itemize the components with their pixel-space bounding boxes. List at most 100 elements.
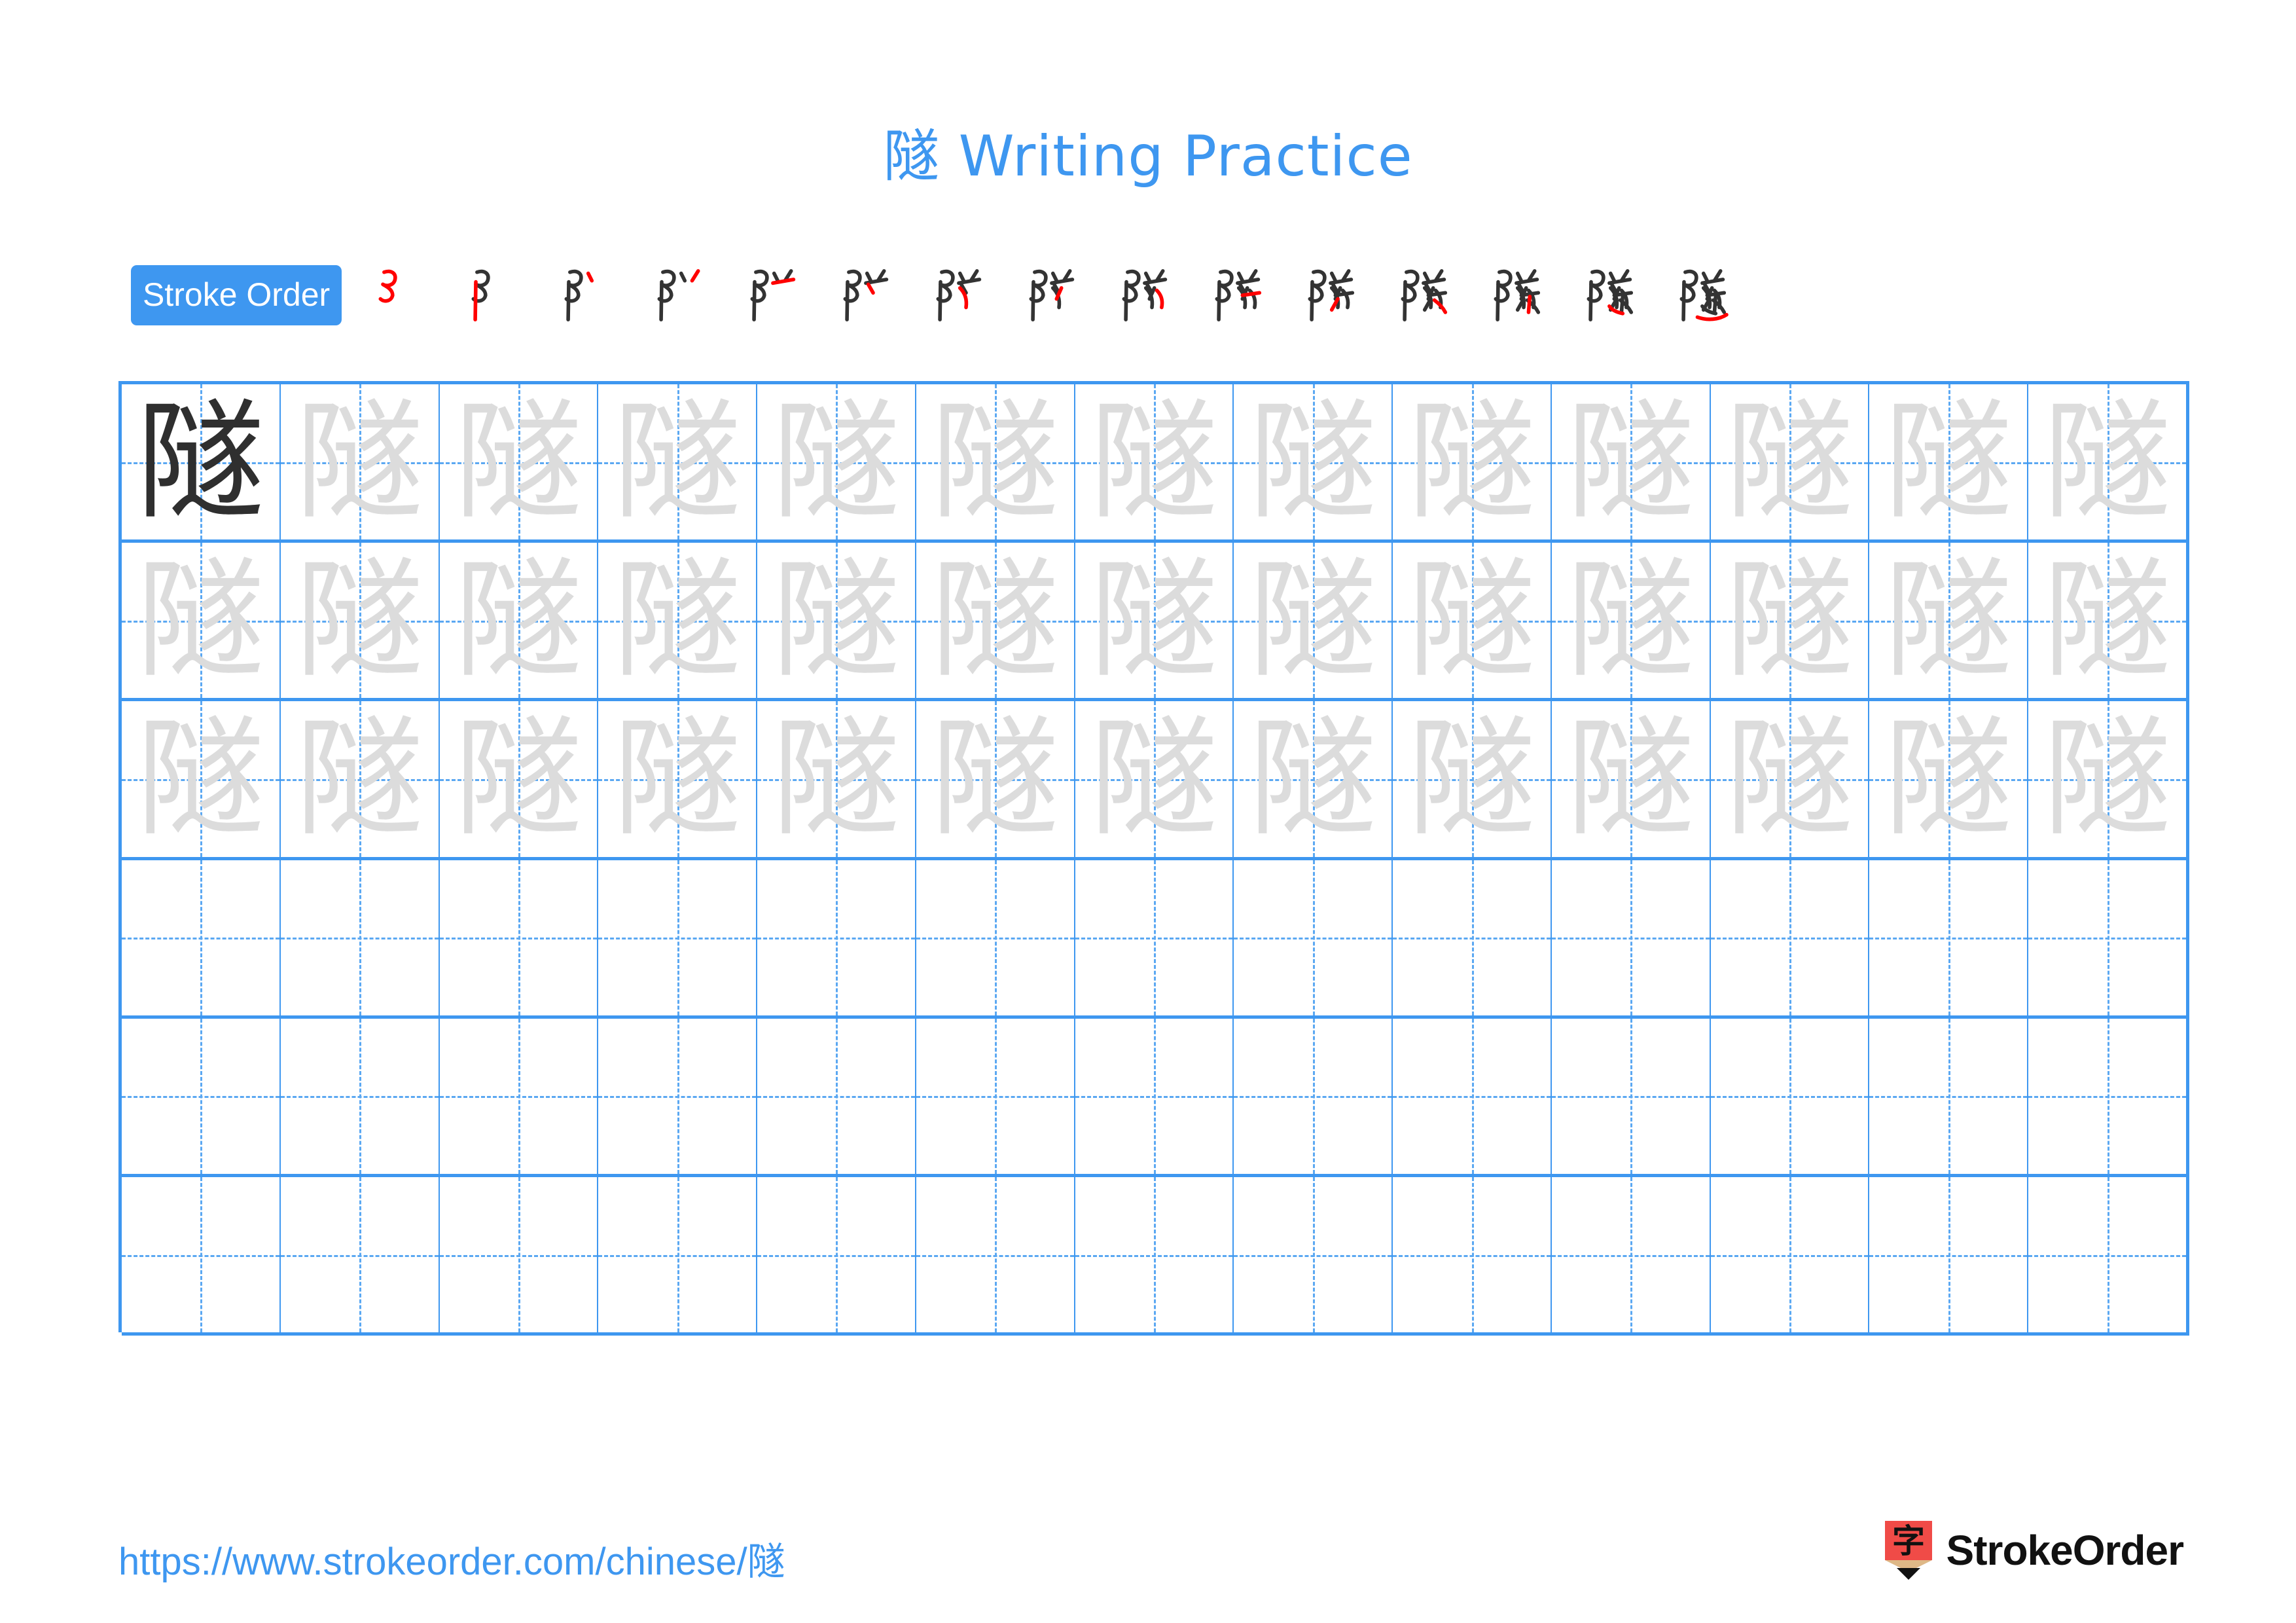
practice-cell-r1-c6[interactable]: 隧 [916,384,1075,540]
trace-character: 隧 [454,387,583,537]
practice-cell-r3-c12[interactable]: 隧 [1869,701,2029,857]
practice-cell-r4-c5[interactable] [757,860,916,1015]
practice-cell-r5-c2[interactable] [280,1018,440,1174]
practice-cell-r1-c10[interactable]: 隧 [1551,384,1711,540]
practice-cell-r4-c4[interactable] [598,860,758,1015]
trace-character: 隧 [1407,704,1536,854]
practice-cell-r6-c4[interactable] [598,1176,758,1333]
practice-cell-r2-c12[interactable]: 隧 [1869,543,2029,699]
practice-cell-r2-c1[interactable]: 隧 [122,543,281,699]
practice-cell-r6-c10[interactable] [1551,1176,1711,1333]
practice-cell-r3-c5[interactable]: 隧 [757,701,916,857]
trace-character: 隧 [2043,704,2172,854]
practice-cell-r5-c5[interactable] [757,1018,916,1174]
practice-cell-r4-c2[interactable] [280,860,440,1015]
practice-cell-r6-c6[interactable] [916,1176,1075,1333]
practice-cell-r2-c2[interactable]: 隧 [280,543,440,699]
practice-cell-r1-c12[interactable]: 隧 [1869,384,2029,540]
stroke-step-3 [539,259,632,331]
practice-cell-r4-c1[interactable] [122,860,281,1015]
trace-character: 隧 [1248,704,1377,854]
practice-cell-r4-c3[interactable] [439,860,599,1015]
trace-character: 隧 [931,387,1060,537]
practice-cell-r3-c13[interactable]: 隧 [2028,701,2189,857]
practice-cell-r3-c8[interactable]: 隧 [1234,701,1393,857]
practice-cell-r5-c12[interactable] [1869,1018,2029,1174]
practice-cell-r2-c8[interactable]: 隧 [1234,543,1393,699]
practice-cell-r6-c1[interactable] [122,1176,281,1333]
stroke-step-6 [818,259,911,331]
practice-cell-r4-c10[interactable] [1551,860,1711,1015]
practice-cell-r1-c9[interactable]: 隧 [1393,384,1552,540]
trace-character: 隧 [454,704,583,854]
practice-cell-r5-c1[interactable] [122,1018,281,1174]
practice-cell-r3-c4[interactable]: 隧 [598,701,758,857]
practice-cell-r3-c7[interactable]: 隧 [1075,701,1234,857]
practice-cell-r1-c1[interactable]: 隧 [122,384,281,540]
practice-cell-r3-c9[interactable]: 隧 [1393,701,1552,857]
practice-cell-r1-c2[interactable]: 隧 [280,384,440,540]
practice-cell-r2-c10[interactable]: 隧 [1551,543,1711,699]
practice-cell-r6-c13[interactable] [2028,1176,2189,1333]
stroke-step-9 [1097,259,1190,331]
practice-cell-r6-c2[interactable] [280,1176,440,1333]
trace-character: 隧 [1884,387,2013,537]
practice-cell-r2-c5[interactable]: 隧 [757,543,916,699]
practice-cell-r4-c13[interactable] [2028,860,2189,1015]
trace-character: 隧 [772,704,901,854]
practice-cell-r4-c11[interactable] [1710,860,1870,1015]
practice-grid-row: 隧隧隧隧隧隧隧隧隧隧隧隧隧 [122,701,2189,860]
practice-cell-r4-c9[interactable] [1393,860,1552,1015]
practice-cell-r1-c8[interactable]: 隧 [1234,384,1393,540]
trace-character: 隧 [2043,545,2172,695]
trace-character: 隧 [772,545,901,695]
practice-cell-r6-c12[interactable] [1869,1176,2029,1333]
practice-cell-r4-c8[interactable] [1234,860,1393,1015]
stroke-order-section: Stroke Order [131,259,1898,331]
practice-cell-r2-c6[interactable]: 隧 [916,543,1075,699]
practice-cell-r2-c11[interactable]: 隧 [1710,543,1870,699]
practice-cell-r5-c4[interactable] [598,1018,758,1174]
practice-cell-r5-c6[interactable] [916,1018,1075,1174]
practice-cell-r1-c7[interactable]: 隧 [1075,384,1234,540]
stroke-step-glyph [1122,269,1168,321]
practice-cell-r4-c7[interactable] [1075,860,1234,1015]
practice-cell-r1-c5[interactable]: 隧 [757,384,916,540]
practice-cell-r1-c11[interactable]: 隧 [1710,384,1870,540]
trace-character: 隧 [136,545,265,695]
practice-cell-r1-c4[interactable]: 隧 [598,384,758,540]
practice-cell-r3-c1[interactable]: 隧 [122,701,281,857]
practice-cell-r3-c6[interactable]: 隧 [916,701,1075,857]
footer-url[interactable]: https://www.strokeorder.com/chinese/隧 [118,1531,785,1586]
practice-cell-r6-c3[interactable] [439,1176,599,1333]
practice-grid: 隧隧隧隧隧隧隧隧隧隧隧隧隧隧隧隧隧隧隧隧隧隧隧隧隧隧隧隧隧隧隧隧隧隧隧隧隧隧隧 [118,381,2189,1336]
practice-cell-r3-c2[interactable]: 隧 [280,701,440,857]
practice-cell-r2-c13[interactable]: 隧 [2028,543,2189,699]
practice-cell-r2-c7[interactable]: 隧 [1075,543,1234,699]
practice-cell-r6-c8[interactable] [1234,1176,1393,1333]
trace-character: 隧 [1566,387,1695,537]
practice-cell-r3-c3[interactable]: 隧 [439,701,599,857]
practice-cell-r4-c6[interactable] [916,860,1075,1015]
practice-cell-r5-c8[interactable] [1234,1018,1393,1174]
practice-cell-r4-c12[interactable] [1869,860,2029,1015]
practice-cell-r2-c4[interactable]: 隧 [598,543,758,699]
practice-cell-r6-c5[interactable] [757,1176,916,1333]
practice-cell-r6-c9[interactable] [1393,1176,1552,1333]
practice-cell-r6-c11[interactable] [1710,1176,1870,1333]
practice-cell-r5-c3[interactable] [439,1018,599,1174]
practice-cell-r2-c9[interactable]: 隧 [1393,543,1552,699]
practice-cell-r5-c7[interactable] [1075,1018,1234,1174]
practice-cell-r6-c7[interactable] [1075,1176,1234,1333]
practice-cell-r5-c13[interactable] [2028,1018,2189,1174]
stroke-step-8 [1004,259,1097,331]
practice-cell-r3-c10[interactable]: 隧 [1551,701,1711,857]
practice-cell-r3-c11[interactable]: 隧 [1710,701,1870,857]
practice-cell-r1-c3[interactable]: 隧 [439,384,599,540]
practice-cell-r5-c9[interactable] [1393,1018,1552,1174]
practice-cell-r2-c3[interactable]: 隧 [439,543,599,699]
practice-cell-r1-c13[interactable]: 隧 [2028,384,2189,540]
practice-cell-r5-c10[interactable] [1551,1018,1711,1174]
trace-character: 隧 [772,387,901,537]
practice-cell-r5-c11[interactable] [1710,1018,1870,1174]
